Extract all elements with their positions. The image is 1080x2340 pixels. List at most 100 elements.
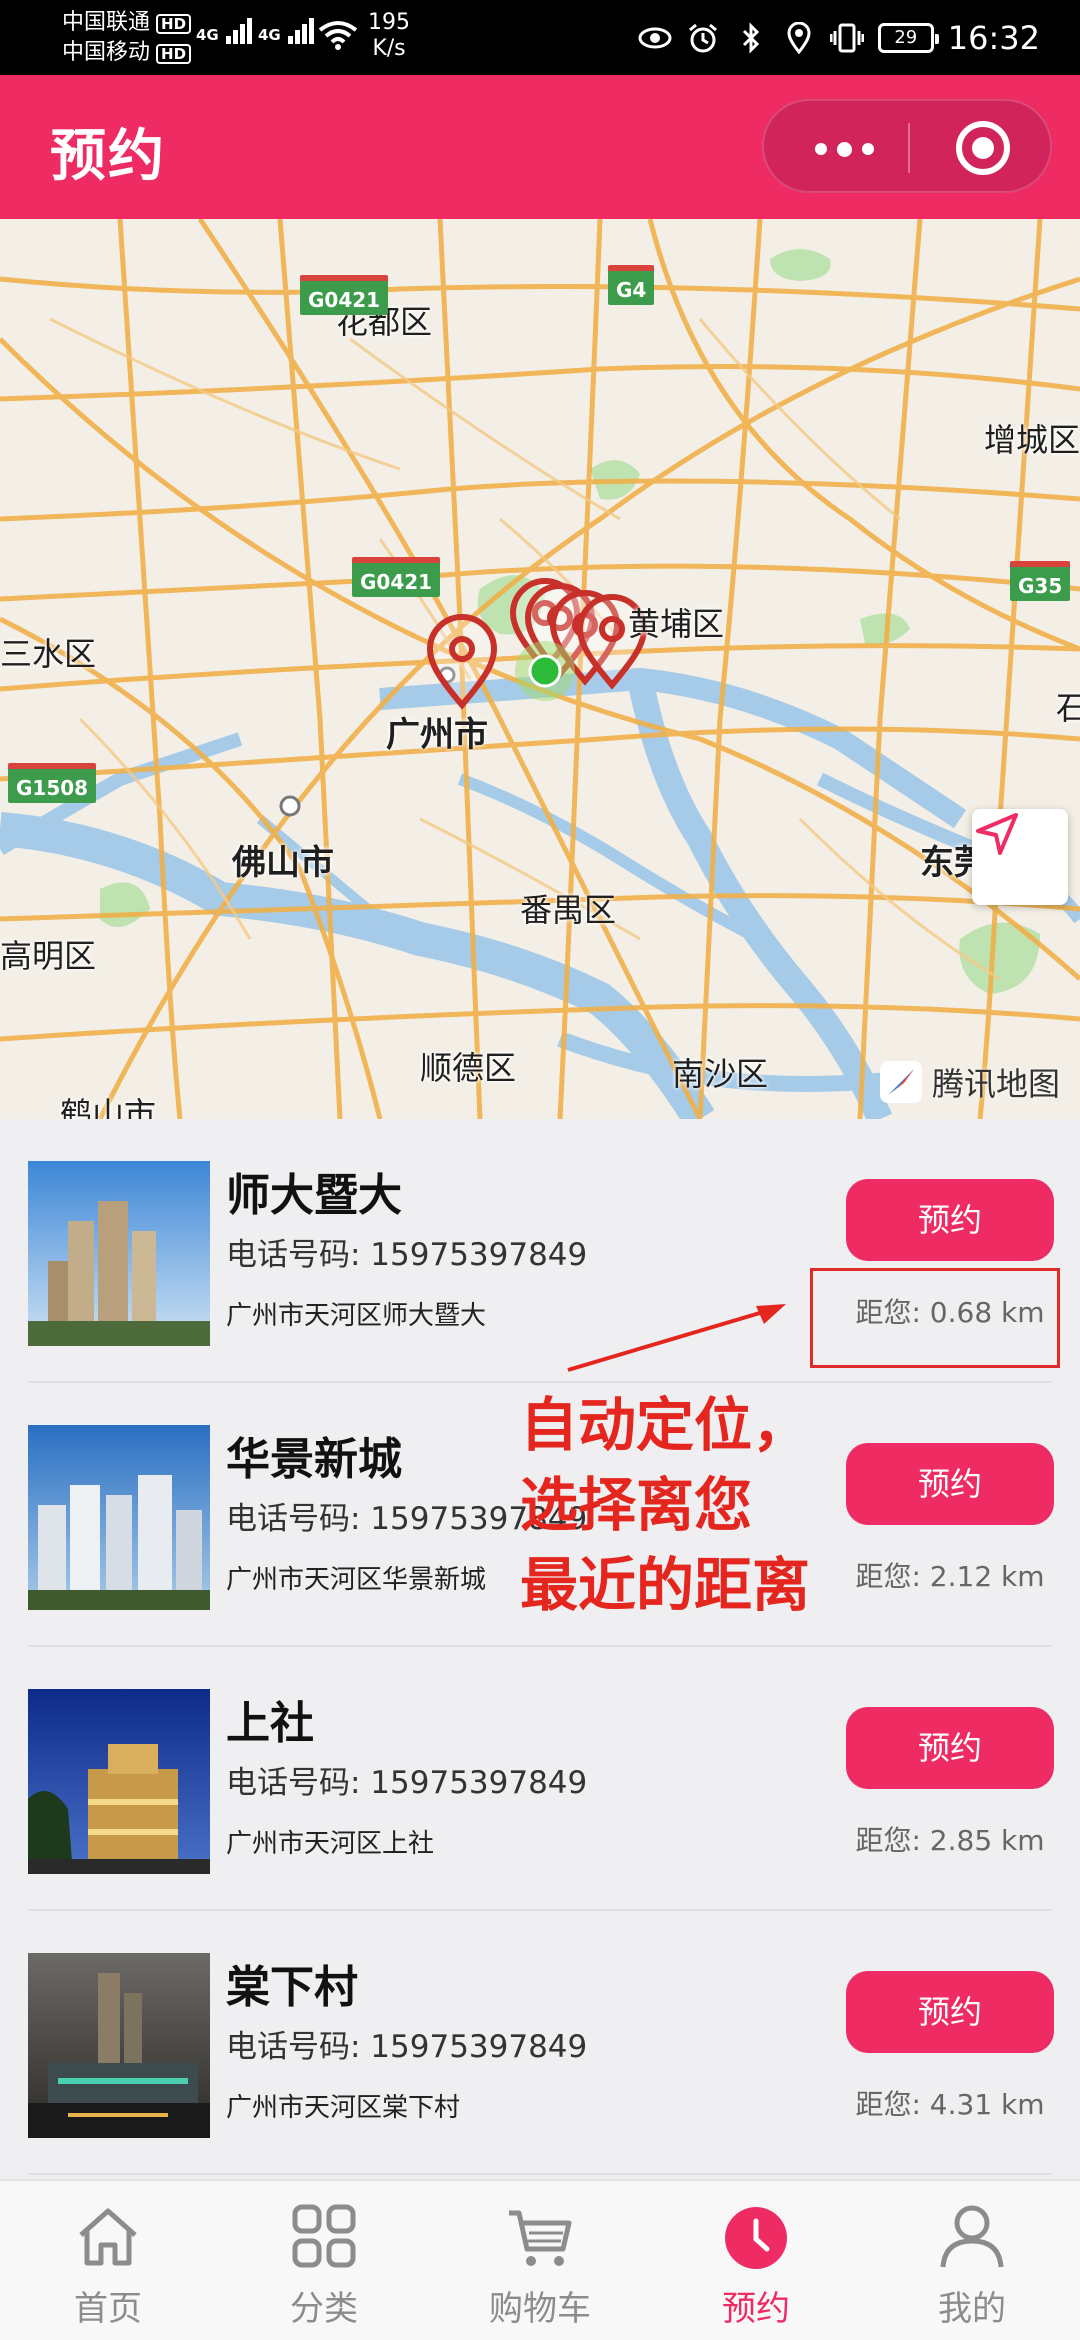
store-name: 华景新城 (226, 1434, 402, 1485)
more-options-icon[interactable] (804, 129, 884, 169)
cart-icon (509, 2210, 572, 2266)
net-speed: 195 K/s (368, 10, 410, 62)
nav-label-category: 分类 (290, 2289, 358, 2329)
carrier-1-label: 中国联通 (62, 10, 151, 35)
mini-program-capsule (762, 99, 1052, 193)
annotation-line-2: 选择离您 (520, 1471, 753, 1539)
store-address: 广州市天河区华景新城 (226, 1565, 487, 1595)
store-thumbnail (28, 1953, 210, 2138)
net-speed-unit: K/s (372, 36, 406, 61)
location-icon (782, 21, 816, 55)
map-label-sanshui: 三水区 (0, 635, 97, 673)
store-phone: 电话号码: 15975397849 (226, 1237, 588, 1273)
map-label-guangzhou: 广州市 (386, 715, 488, 755)
signal-bars-icon (287, 18, 316, 44)
annotation-text: 自动定位， 选择离您 最近的距离 (520, 1385, 810, 1625)
book-button[interactable]: 预约 (846, 1443, 1054, 1525)
capsule-divider (908, 123, 910, 173)
nav-item-category[interactable]: 分类 (216, 2181, 432, 2340)
store-phone: 电话号码: 15975397849 (226, 2029, 588, 2065)
close-target-icon[interactable] (956, 121, 1010, 175)
home-icon (79, 2208, 137, 2266)
nav-label-cart: 购物车 (489, 2289, 591, 2329)
map-label-gaoming: 高明区 (0, 937, 97, 975)
nav-label-booking: 预约 (722, 2289, 790, 2329)
nav-item-booking[interactable]: 预约 (648, 2181, 864, 2340)
hd-badge: HD (156, 14, 192, 34)
book-button[interactable]: 预约 (846, 1179, 1054, 1261)
hd-badge: HD (156, 44, 192, 64)
clock: 16:32 (947, 19, 1040, 57)
signal-1: 4G (196, 18, 254, 44)
bluetooth-icon (734, 21, 768, 55)
user-icon (940, 2205, 1004, 2268)
tencent-map-logo-icon (878, 1059, 924, 1105)
annotation-line-1: 自动定位， (520, 1391, 811, 1459)
annotation-line-3: 最近的距离 (520, 1551, 811, 1619)
distance-highlight-box (810, 1268, 1060, 1368)
store-thumbnail (28, 1689, 210, 1874)
map-view[interactable]: 花都区 增城区 三水区 黄埔区 广州市 佛山市 番禺区 东莞 高明区 顺德区 南… (0, 219, 1080, 1119)
nav-label-mine: 我的 (938, 2289, 1006, 2329)
status-bar: 中国联通 HD 中国移动 HD 4G 4G 195 K/s 29 16:32 (0, 0, 1080, 75)
map-label-shi: 石 (1056, 689, 1080, 727)
store-distance: 距您: 2.85 km (855, 1824, 1045, 1857)
page-title: 预约 (50, 124, 166, 189)
store-name: 棠下村 (226, 1962, 358, 2013)
carrier-2: 中国移动 HD (62, 38, 192, 68)
store-address: 广州市天河区上社 (226, 1829, 435, 1859)
alarm-icon (686, 21, 720, 55)
store-distance: 距您: 2.12 km (855, 1560, 1045, 1593)
store-name: 上社 (226, 1698, 314, 1749)
annotation-arrow-icon (567, 1304, 786, 1372)
store-address: 广州市天河区师大暨大 (226, 1301, 487, 1331)
map-label-zengcheng: 增城区 (984, 421, 1080, 459)
status-icons: 29 16:32 (638, 14, 1040, 62)
highway-shield-g1508: G1508 (8, 763, 97, 803)
store-phone: 电话号码: 15975397849 (226, 1765, 588, 1801)
book-button[interactable]: 预约 (846, 1707, 1054, 1789)
store-name: 师大暨大 (226, 1170, 402, 1221)
network-type-1: 4G (196, 26, 219, 44)
app-header: 预约 (0, 75, 1080, 219)
map-label-huangpu: 黄埔区 (628, 605, 725, 643)
map-roads (0, 219, 1080, 1119)
map-brand-label: 腾讯地图 (931, 1065, 1060, 1103)
highway-shield-g35: G35 (1010, 561, 1071, 601)
map-label-nansha: 南沙区 (672, 1055, 769, 1093)
bottom-nav: 首页 分类 购物车 预约 我的 (0, 2179, 1080, 2340)
net-speed-value: 195 (368, 10, 410, 35)
screen: 中国联通 HD 中国移动 HD 4G 4G 195 K/s 29 16:32 预… (0, 0, 1080, 2340)
map-label-foshan: 佛山市 (232, 843, 334, 883)
navigation-arrow-icon (976, 813, 1018, 855)
signal-2: 4G (258, 18, 316, 44)
store-thumbnail (28, 1425, 210, 1610)
battery-icon: 29 (877, 23, 939, 53)
map-label-shunde: 顺德区 (420, 1049, 517, 1087)
signal-bars-icon (225, 18, 254, 44)
store-distance: 距您: 4.31 km (855, 2088, 1045, 2121)
vibrate-icon (829, 21, 864, 55)
nav-item-home[interactable]: 首页 (0, 2181, 216, 2340)
locate-me-button[interactable] (972, 809, 1068, 905)
map-label-heshan: 鹤山市 (60, 1095, 157, 1119)
nav-item-cart[interactable]: 购物车 (432, 2181, 648, 2340)
map-label-panyu: 番禺区 (520, 891, 617, 929)
divider (28, 2173, 1052, 2175)
wifi-icon (318, 20, 358, 54)
highway-shield-g4: G4 (608, 265, 655, 305)
list-item[interactable]: 棠下村 电话号码: 15975397849 广州市天河区棠下村 预约 距您: 4… (0, 1911, 1080, 2175)
nav-item-mine[interactable]: 我的 (864, 2181, 1080, 2340)
store-address: 广州市天河区棠下村 (226, 2093, 461, 2123)
nav-label-home: 首页 (74, 2289, 142, 2329)
list-item[interactable]: 上社 电话号码: 15975397849 广州市天河区上社 预约 距您: 2.8… (0, 1647, 1080, 1911)
highway-shield-g0421: G0421 (300, 275, 389, 315)
network-type-2: 4G (258, 26, 281, 44)
map-brand: 腾讯地图 (878, 1059, 1060, 1105)
grid-icon (292, 2204, 356, 2268)
book-button[interactable]: 预约 (846, 1971, 1054, 2053)
highway-shield-g0421: G0421 (352, 557, 441, 597)
carrier-2-label: 中国移动 (62, 40, 151, 65)
carrier-1: 中国联通 HD (62, 8, 192, 38)
clock-icon (725, 2207, 787, 2269)
